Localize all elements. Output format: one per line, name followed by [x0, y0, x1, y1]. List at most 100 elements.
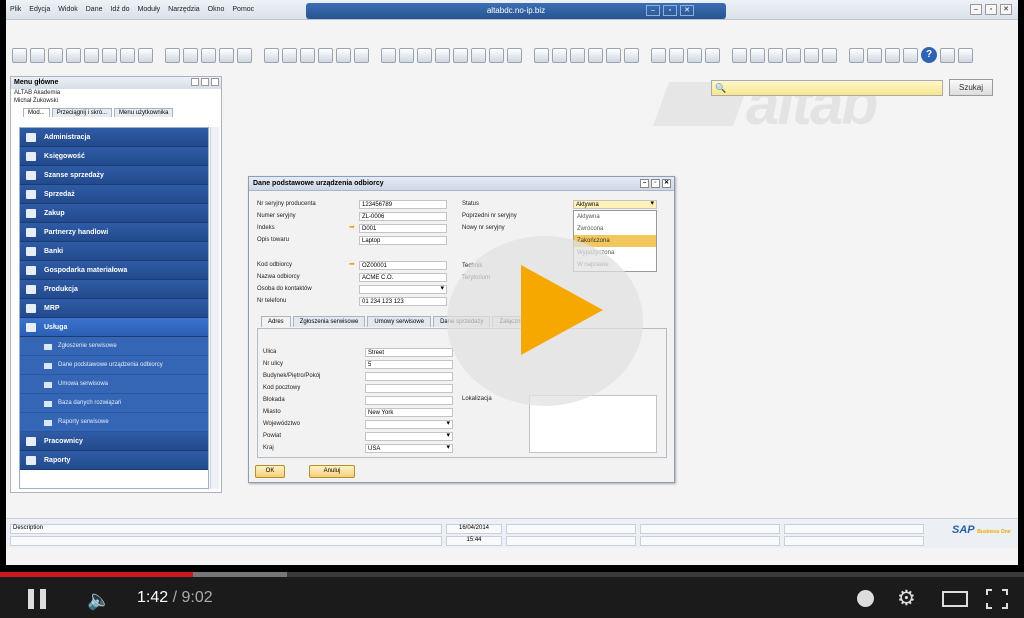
toolbar-button[interactable] — [687, 47, 702, 63]
module-item[interactable]: Pracownicy — [20, 432, 208, 451]
module-item[interactable]: Gospodarka materiałowa — [20, 261, 208, 280]
help-icon[interactable]: ? — [921, 47, 937, 63]
service-subitem[interactable]: Raporty serwisowe — [20, 413, 208, 432]
toolbar-button[interactable] — [624, 47, 639, 63]
menu-item[interactable]: Dane — [86, 6, 103, 13]
close-icon[interactable]: ✕ — [680, 5, 694, 16]
module-item[interactable]: Sprzedaż — [20, 185, 208, 204]
video-frame[interactable]: Plik Edycja Widok Dane Idź do Moduły Narzędzia… — [0, 0, 1024, 565]
volume-icon[interactable]: 🔈 — [87, 588, 111, 612]
toolbar-button[interactable] — [705, 47, 720, 63]
theater-mode-icon[interactable] — [942, 591, 968, 607]
toolbar-button[interactable] — [201, 47, 216, 63]
toolbar-button[interactable] — [435, 47, 450, 63]
field-value[interactable]: Street — [365, 348, 453, 357]
toolbar-button[interactable] — [552, 47, 567, 63]
module-item[interactable]: Produkcja — [20, 280, 208, 299]
status-option[interactable]: Zwrócona — [574, 223, 656, 235]
field-value[interactable]: 123456789 — [359, 200, 447, 209]
toolbar-button[interactable] — [849, 47, 864, 63]
field-value[interactable]: ZL-0006 — [359, 212, 447, 221]
module-list-scrollbar[interactable] — [210, 127, 219, 489]
dialog-tab[interactable]: Adres — [261, 316, 291, 327]
toolbar-button[interactable] — [786, 47, 801, 63]
toolbar-button[interactable] — [570, 47, 585, 63]
field-value[interactable]: USA — [365, 444, 453, 453]
toolbar-button[interactable] — [183, 47, 198, 63]
toolbar-button[interactable] — [534, 47, 549, 63]
toolbar-button[interactable] — [336, 47, 351, 63]
module-item[interactable]: Banki — [20, 242, 208, 261]
dialog-tab[interactable]: Umowy serwisowe — [367, 316, 432, 327]
toolbar-button[interactable] — [282, 47, 297, 63]
toolbar-button[interactable] — [30, 47, 45, 63]
ok-button[interactable]: OK — [255, 465, 285, 478]
toolbar-button[interactable] — [237, 47, 252, 63]
module-item[interactable]: MRP — [20, 299, 208, 318]
toolbar-button[interactable] — [804, 47, 819, 63]
toolbar-button[interactable] — [318, 47, 333, 63]
status-select[interactable]: Aktywna — [573, 200, 657, 209]
module-item[interactable]: Raporty — [20, 451, 208, 470]
field-value[interactable] — [365, 420, 453, 429]
toolbar-button[interactable] — [489, 47, 504, 63]
toolbar-button[interactable] — [354, 47, 369, 63]
toolbar-button[interactable] — [84, 47, 99, 63]
field-value[interactable]: ACME C.O. — [359, 273, 447, 282]
panel-close-icon[interactable] — [211, 78, 219, 86]
field-value[interactable] — [365, 372, 453, 381]
toolbar-button[interactable] — [471, 47, 486, 63]
app-close-icon[interactable]: ✕ — [1000, 4, 1012, 15]
toolbar-button[interactable] — [264, 47, 279, 63]
toolbar-button[interactable] — [48, 47, 63, 63]
toolbar-button[interactable] — [399, 47, 414, 63]
toolbar-button[interactable] — [219, 47, 234, 63]
toolbar-button[interactable] — [940, 47, 955, 63]
field-value[interactable] — [365, 384, 453, 393]
service-subitem[interactable]: Zgłoszenie serwisowe — [20, 337, 208, 356]
field-value[interactable]: 01 234 123 123 — [359, 297, 447, 306]
field-value[interactable]: New York — [365, 408, 453, 417]
dialog-close-icon[interactable]: ✕ — [662, 179, 671, 188]
main-menu-tab[interactable]: Przeciągnij i skró... — [51, 108, 113, 117]
dialog-maximize-icon[interactable]: ▫ — [651, 179, 660, 188]
main-menu-tab[interactable]: Mod... — [23, 108, 50, 117]
status-option[interactable]: Aktywna — [574, 211, 656, 223]
menu-item[interactable]: Edycja — [29, 6, 50, 13]
search-box[interactable]: 🔍 — [711, 80, 943, 96]
toolbar-button[interactable] — [102, 47, 117, 63]
service-subitem[interactable]: Baza danych rozwiązań — [20, 394, 208, 413]
menu-item[interactable]: Moduły — [138, 6, 161, 13]
toolbar-button[interactable] — [12, 47, 27, 63]
field-value[interactable] — [365, 396, 453, 405]
module-item[interactable]: Administracja — [20, 128, 208, 147]
toolbar-button[interactable] — [138, 47, 153, 63]
toolbar-button[interactable] — [300, 47, 315, 63]
play-icon[interactable] — [521, 265, 603, 355]
toolbar-button[interactable] — [66, 47, 81, 63]
module-item[interactable]: Zakup — [20, 204, 208, 223]
toolbar-button[interactable] — [958, 47, 973, 63]
service-subitem[interactable]: Dane podstawowe urządzenia odbiorcy — [20, 356, 208, 375]
dialog-tab[interactable]: Zgłoszenia serwisowe — [292, 316, 366, 327]
link-arrow-icon[interactable]: ➡ — [349, 260, 355, 268]
toolbar-button[interactable] — [750, 47, 765, 63]
field-value[interactable]: 5 — [365, 360, 453, 369]
toolbar-button[interactable] — [822, 47, 837, 63]
toolbar-button[interactable] — [768, 47, 783, 63]
toolbar-button[interactable] — [507, 47, 522, 63]
toolbar-button[interactable] — [417, 47, 432, 63]
pause-icon[interactable] — [28, 589, 48, 609]
app-restore-icon[interactable]: ▫ — [985, 4, 997, 15]
settings-gear-icon[interactable]: ⚙ — [897, 586, 916, 611]
toolbar-button[interactable] — [669, 47, 684, 63]
panel-maximize-icon[interactable] — [201, 78, 209, 86]
field-value[interactable]: Laptop — [359, 236, 447, 245]
toolbar-button[interactable] — [606, 47, 621, 63]
main-menu-tab[interactable]: Menu użytkownika — [114, 108, 174, 117]
cancel-button[interactable]: Anuluj — [309, 465, 355, 478]
search-input[interactable] — [732, 82, 937, 94]
panel-minimize-icon[interactable] — [191, 78, 199, 86]
service-subitem[interactable]: Umowa serwisowa — [20, 375, 208, 394]
menu-item[interactable]: Plik — [10, 6, 21, 13]
